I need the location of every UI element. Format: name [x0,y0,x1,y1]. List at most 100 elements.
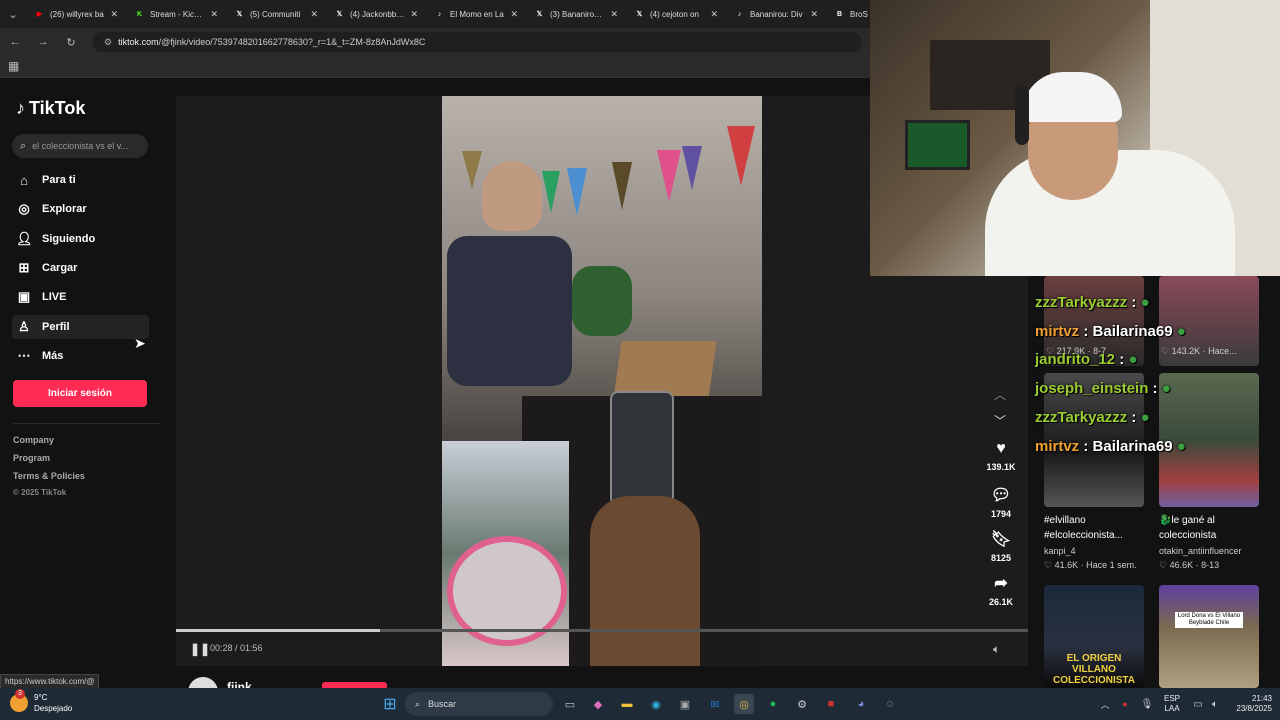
browser-tab[interactable]: 𝕏 (4) Jackonbb on ✕ [326,0,426,28]
search-icon: ⌕ [415,698,421,709]
sidebar-item-label: Más [42,349,64,362]
sidebar-item-cargar[interactable]: ⊞ Cargar [12,256,149,280]
login-button[interactable]: Iniciar sesión [13,380,147,407]
spotify-icon[interactable]: ● [763,694,783,714]
edge-icon[interactable]: ◉ [646,694,666,714]
sidebar-item-explorar[interactable]: ◎ Explorar [12,197,149,221]
pause-button[interactable]: ❚❚ [190,642,210,656]
save-action[interactable]: 🔖︎ 8125 [985,529,1017,563]
related-user[interactable]: otakin_antiinfluencer [1159,546,1242,556]
browser-tab[interactable]: ♪ Bananirou: Div ✕ [726,0,826,28]
chrome-icon[interactable]: ◎ [734,694,754,714]
browser-tab[interactable]: ▶ (26) willyrex ba ✕ [26,0,126,28]
person-shape [447,236,572,386]
status-url-tooltip: https://www.tiktok.com/@ [0,674,100,689]
discord-icon[interactable]: ◕ [851,694,871,714]
url-path: /@fjink/video/7539748201662778630?_r=1&_… [158,37,426,47]
steam-icon[interactable]: ⚙ [792,694,812,714]
browser-tab[interactable]: K Stream - Kick D ✕ [126,0,226,28]
related-thumbnail[interactable]: Lord Dona vs El Villano Beyblade Chile [1159,585,1259,688]
video-time-readout: 00:28 / 01:56 [210,643,263,653]
tiktok-icon: ♪ [737,10,742,18]
comment-action[interactable]: 💬︎ 1794 [985,485,1017,519]
sidebar-item-siguiendo[interactable]: 👤︎ Siguiendo [12,227,149,251]
close-tab-icon[interactable]: ✕ [710,9,718,20]
close-tab-icon[interactable]: ✕ [510,9,518,20]
footer-terms-link[interactable]: Terms & Policies [13,471,85,481]
browser-tab-title: (4) Jackonbb on [350,9,406,19]
tiktok-logo[interactable]: ♪ TikTok [16,98,85,119]
share-count: 26.1K [988,597,1014,607]
outlook-icon[interactable]: ✉ [705,694,725,714]
taskbar-search[interactable]: ⌕ Buscar [405,692,553,716]
weather-widget[interactable]: 3 9°C Despejado [10,689,72,714]
volume-icon[interactable]: 🔈︎ [993,642,1000,657]
browser-tab[interactable]: 𝕏 (5) Communiti ✕ [226,0,326,28]
back-arrow-icon[interactable]: ← [8,36,22,48]
sidebar-item-m-s[interactable]: ⋯ Más [12,344,149,368]
chat-username: mirtvz [1035,437,1080,455]
home-icon: ⌂ [20,172,28,188]
close-tab-icon[interactable]: ✕ [310,9,318,20]
footer-company-link[interactable]: Company [13,435,54,445]
address-input[interactable]: ⚙ tiktok.com/@fjink/video/75397482016627… [92,32,862,52]
pepe-emote-icon: ● [1161,380,1171,398]
related-thumbnail[interactable]: EL ORIGEN VILLANO COLECCIONISTA [1044,585,1144,688]
chat-separator: : [1079,437,1093,455]
forward-arrow-icon[interactable]: → [36,36,50,48]
heart-icon: ♥ [996,440,1006,457]
clock[interactable]: 21:43 23/8/2025 [1222,694,1272,714]
x-icon: 𝕏 [536,11,543,18]
sidebar-item-label: Para ti [42,174,76,186]
video-frame[interactable] [442,96,762,666]
related-title[interactable]: #elvillano #elcoleccionista... [1044,513,1144,543]
close-tab-icon[interactable]: ✕ [410,9,418,20]
store-icon[interactable]: ▣ [675,694,695,714]
browser-tab[interactable]: ♪ El Momo en La ✕ [426,0,526,28]
close-tab-icon[interactable]: ✕ [810,9,818,20]
related-user[interactable]: kanpi_4 [1044,546,1076,556]
scroll-up-icon[interactable]: ︿ [994,386,1006,403]
obs-app-icon[interactable]: ■ [821,694,841,714]
share-action[interactable]: ➦ 26.1K [985,573,1017,607]
related-title[interactable]: 🐉le gané al coleccionista [1159,513,1269,543]
close-tab-icon[interactable]: ✕ [210,9,218,20]
sidebar-item-live[interactable]: ▣ LIVE [12,285,149,309]
chat-message: jandrito_12 : ● [1035,351,1137,368]
share-icon: ➦ [994,575,1008,592]
tab-list-chevron-icon[interactable]: ⌄ [0,8,26,21]
scroll-down-icon[interactable]: ﹀ [994,412,1006,429]
reload-icon[interactable]: ↻ [64,36,78,49]
pepe-emote-icon: ● [1128,351,1138,369]
browser-tab[interactable]: 𝕏 (3) Bananirou C ✕ [526,0,626,28]
related-likes: ♡ 46.6K · 8-13 [1159,560,1220,570]
video-progress-fill [176,629,381,632]
close-tab-icon[interactable]: ✕ [110,9,118,20]
browser-tab[interactable]: 𝕏 (4) cejoton on ✕ [626,0,726,28]
copilot-icon[interactable]: ◆ [588,694,608,714]
sidebar-item-label: Perfil [42,320,70,333]
hand-shape [590,496,700,666]
close-tab-icon[interactable]: ✕ [610,9,618,20]
tray-chevron-icon[interactable]: ︿ [1095,694,1115,714]
task-view-icon[interactable]: ▭ [560,694,580,714]
sidebar-item-label: Siguiendo [42,232,96,245]
windows-start-icon[interactable]: ⊞ [380,694,400,714]
browser-tab-title: (5) Communiti [250,9,301,19]
person-shape [482,161,542,231]
file-explorer-icon[interactable]: ▬ [617,694,637,714]
video-progress-bar[interactable] [176,629,1028,632]
app-icon[interactable]: ◌ [880,694,900,714]
footer-program-link[interactable]: Program [13,453,50,463]
sidebar-item-perfil[interactable]: ♙ Perfil [12,314,149,339]
sidebar-item-para-ti[interactable]: ⌂ Para ti [12,168,149,192]
tv-screen-shape [905,120,970,170]
tray-app-icon[interactable]: ● [1115,694,1135,714]
apps-grid-icon[interactable]: ▦ [8,59,19,73]
like-action[interactable]: ♥ 139.1K [985,440,1017,472]
microphone-icon[interactable]: 🎙︎ [1137,694,1157,714]
language-indicator[interactable]: ESP LAA [1164,694,1180,714]
language-bottom: LAA [1164,704,1180,713]
search-input[interactable]: ⌕ el coleccionista vs el v... [12,134,148,158]
site-info-icon[interactable]: ⚙ [104,37,112,48]
